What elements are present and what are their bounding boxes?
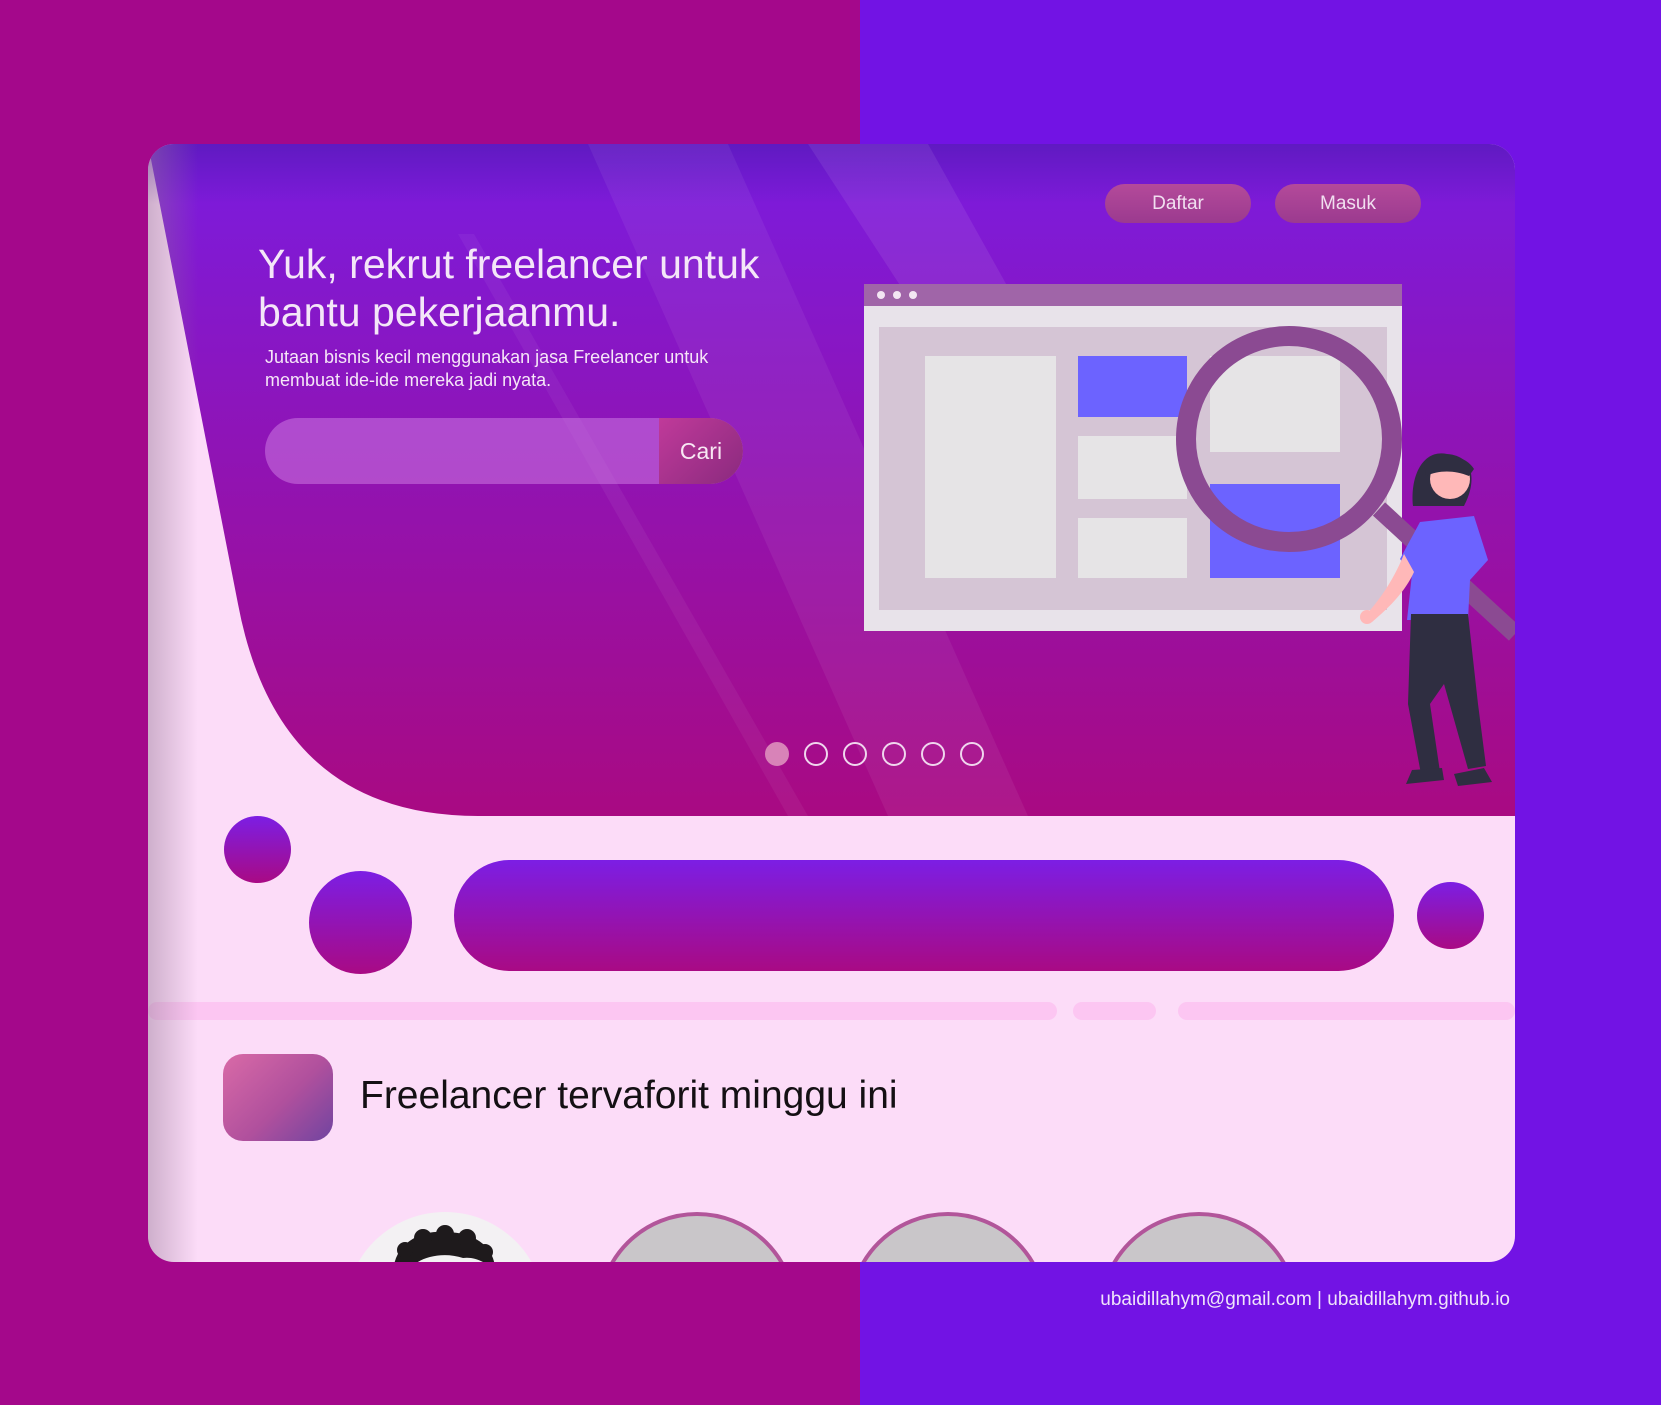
- avatar-photo-icon: [394, 1225, 494, 1262]
- section-title: Freelancer tervaforit minggu ini: [360, 1074, 898, 1117]
- register-button[interactable]: Daftar: [1105, 184, 1251, 223]
- section-badge-icon: [223, 1054, 333, 1141]
- divider-strip-left: [148, 1002, 1057, 1020]
- carousel-dot-1[interactable]: [765, 742, 789, 766]
- carousel-dot-5[interactable]: [921, 742, 945, 766]
- login-button[interactable]: Masuk: [1275, 184, 1421, 223]
- carousel-dot-3[interactable]: [843, 742, 867, 766]
- placeholder-circle-small: [224, 816, 291, 883]
- search-bar: Cari: [265, 418, 743, 484]
- divider-strip-middle: [1073, 1002, 1156, 1020]
- carousel-dot-4[interactable]: [882, 742, 906, 766]
- carousel-dot-6[interactable]: [960, 742, 984, 766]
- category-bar-placeholder: [454, 860, 1394, 971]
- freelancer-avatar-2[interactable]: [597, 1212, 797, 1262]
- freelancer-avatar-3[interactable]: [848, 1212, 1048, 1262]
- freelancer-avatar-1[interactable]: [345, 1212, 545, 1262]
- placeholder-circle-right: [1417, 882, 1484, 949]
- carousel-indicators: [765, 742, 984, 766]
- footer-contact: ubaidillahym@gmail.com | ubaidillahym.gi…: [1100, 1289, 1510, 1310]
- hero-subtitle: Jutaan bisnis kecil menggunakan jasa Fre…: [265, 347, 709, 390]
- search-input[interactable]: [265, 418, 655, 484]
- divider-strip-right: [1178, 1002, 1515, 1020]
- hero-title: Yuk, rekrut freelancer untuk bantu peker…: [258, 241, 760, 335]
- carousel-dot-2[interactable]: [804, 742, 828, 766]
- placeholder-circle-large: [309, 871, 412, 974]
- search-button[interactable]: Cari: [659, 418, 743, 484]
- freelancer-avatar-4[interactable]: [1099, 1212, 1299, 1262]
- page-card: Yuk, rekrut freelancer untuk bantu peker…: [148, 144, 1515, 1262]
